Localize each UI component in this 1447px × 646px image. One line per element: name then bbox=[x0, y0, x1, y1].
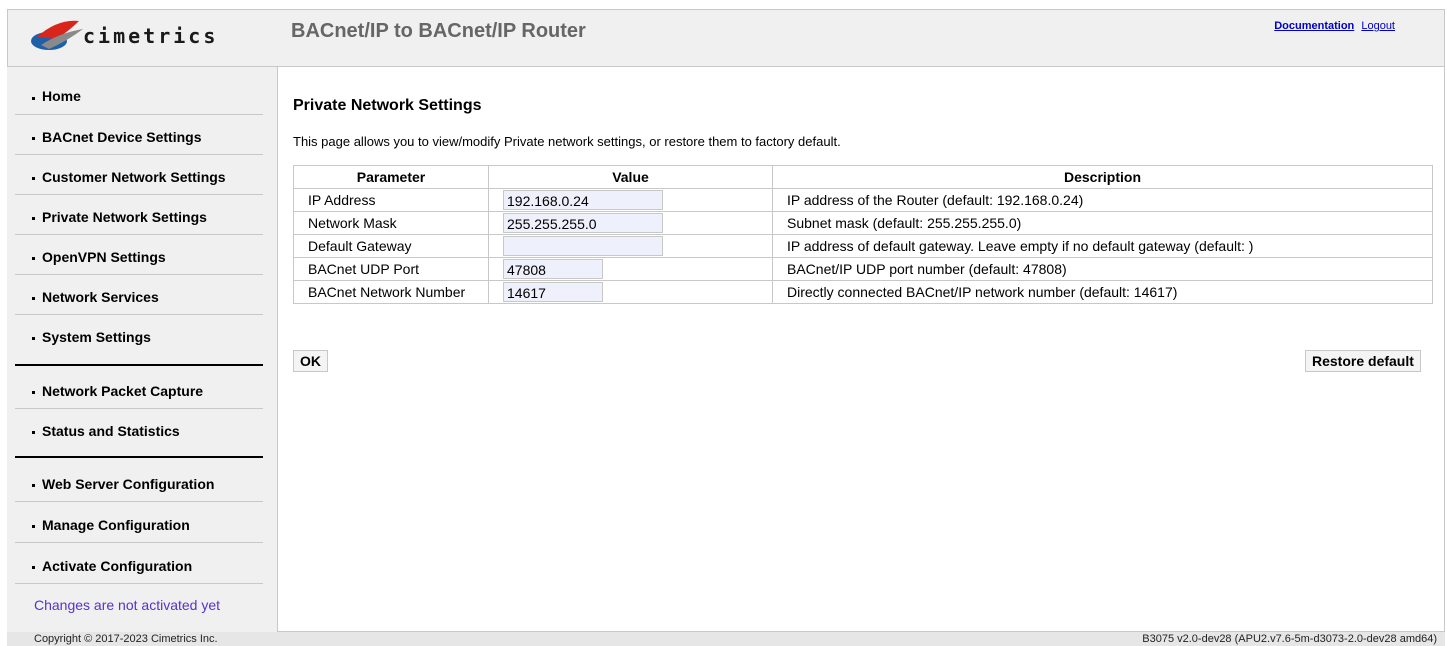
ok-button[interactable]: OK bbox=[293, 350, 328, 372]
sidebar-item-private-network-settings[interactable]: Private Network Settings bbox=[15, 195, 263, 235]
settings-table: Parameter Value Description IP Address 1… bbox=[293, 165, 1433, 304]
logout-link[interactable]: Logout bbox=[1361, 20, 1395, 32]
top-links: Documentation Logout bbox=[1270, 20, 1395, 32]
param-description: IP address of default gateway. Leave emp… bbox=[772, 234, 1433, 258]
changes-notice: Changes are not activated yet bbox=[34, 597, 221, 613]
sidebar-item-status-and-statistics[interactable]: Status and Statistics bbox=[15, 409, 263, 449]
logo-text: cimetrics bbox=[83, 24, 219, 48]
bullet-icon bbox=[32, 484, 35, 487]
page-description: This page allows you to view/modify Priv… bbox=[293, 134, 841, 149]
bullet-icon bbox=[32, 525, 35, 528]
sidebar-item-web-server-configuration[interactable]: Web Server Configuration bbox=[15, 462, 263, 502]
column-header-description: Description bbox=[772, 165, 1433, 189]
sidebar-divider bbox=[15, 364, 263, 366]
param-description: Directly connected BACnet/IP network num… bbox=[772, 280, 1433, 304]
documentation-link[interactable]: Documentation bbox=[1274, 20, 1354, 32]
default-gateway-input[interactable] bbox=[503, 236, 663, 256]
sidebar-item-label: Network Services bbox=[42, 289, 159, 305]
column-header-value: Value bbox=[488, 165, 773, 189]
column-header-parameter: Parameter bbox=[293, 165, 489, 189]
restore-default-button[interactable]: Restore default bbox=[1305, 350, 1421, 372]
table-row: IP Address 192.168.0.24 IP address of th… bbox=[293, 188, 1433, 212]
sidebar-item-label: Status and Statistics bbox=[42, 423, 180, 439]
version-text: B3075 v2.0-dev28 (APU2.v7.6-5m-d3073-2.0… bbox=[1142, 633, 1437, 645]
table-header-row: Parameter Value Description bbox=[293, 165, 1433, 189]
sidebar-item-network-packet-capture[interactable]: Network Packet Capture bbox=[15, 369, 263, 409]
sidebar-item-label: Activate Configuration bbox=[42, 558, 193, 574]
param-name: Network Mask bbox=[293, 211, 489, 235]
table-row: BACnet Network Number 14617 Directly con… bbox=[293, 280, 1433, 304]
param-description: Subnet mask (default: 255.255.255.0) bbox=[772, 211, 1433, 235]
param-description: IP address of the Router (default: 192.1… bbox=[772, 188, 1433, 212]
bullet-icon bbox=[32, 177, 35, 180]
sidebar-item-network-services[interactable]: Network Services bbox=[15, 275, 263, 315]
param-description: BACnet/IP UDP port number (default: 4780… bbox=[772, 257, 1433, 281]
bullet-icon bbox=[32, 337, 35, 340]
table-row: Default Gateway IP address of default ga… bbox=[293, 234, 1433, 258]
sidebar-item-label: System Settings bbox=[42, 329, 151, 345]
sidebar-item-label: Manage Configuration bbox=[42, 517, 190, 533]
sidebar-item-label: Home bbox=[42, 88, 81, 104]
sidebar-item-activate-configuration[interactable]: Activate Configuration bbox=[15, 544, 263, 584]
sidebar: Home BACnet Device Settings Customer Net… bbox=[7, 67, 278, 632]
bacnet-udp-port-input[interactable]: 47808 bbox=[503, 259, 603, 279]
bullet-icon bbox=[32, 297, 35, 300]
sidebar-item-customer-network-settings[interactable]: Customer Network Settings bbox=[15, 155, 263, 195]
app-title: BACnet/IP to BACnet/IP Router bbox=[291, 20, 586, 42]
sidebar-item-label: Network Packet Capture bbox=[42, 383, 204, 399]
network-mask-input[interactable]: 255.255.255.0 bbox=[503, 213, 663, 233]
bullet-icon bbox=[32, 257, 35, 260]
param-name: IP Address bbox=[293, 188, 489, 212]
sidebar-item-manage-configuration[interactable]: Manage Configuration bbox=[15, 503, 263, 543]
footer: Copyright © 2017-2023 Cimetrics Inc. B30… bbox=[7, 632, 1445, 646]
bacnet-network-number-input[interactable]: 14617 bbox=[503, 282, 603, 302]
sidebar-item-label: BACnet Device Settings bbox=[42, 129, 202, 145]
cimetrics-logo: cimetrics bbox=[27, 15, 227, 55]
param-name: Default Gateway bbox=[293, 234, 489, 258]
bullet-icon bbox=[32, 431, 35, 434]
sidebar-item-label: Web Server Configuration bbox=[42, 476, 215, 492]
table-row: Network Mask 255.255.255.0 Subnet mask (… bbox=[293, 211, 1433, 235]
ip-address-input[interactable]: 192.168.0.24 bbox=[503, 190, 663, 210]
sidebar-item-label: Private Network Settings bbox=[42, 209, 207, 225]
sidebar-item-openvpn-settings[interactable]: OpenVPN Settings bbox=[15, 235, 263, 275]
sidebar-item-bacnet-device-settings[interactable]: BACnet Device Settings bbox=[15, 115, 263, 155]
sidebar-item-label: OpenVPN Settings bbox=[42, 249, 166, 265]
table-row: BACnet UDP Port 47808 BACnet/IP UDP port… bbox=[293, 257, 1433, 281]
logo-icon bbox=[31, 20, 83, 50]
bullet-icon bbox=[32, 137, 35, 140]
param-name: BACnet Network Number bbox=[293, 280, 489, 304]
sidebar-item-system-settings[interactable]: System Settings bbox=[15, 315, 263, 355]
copyright-text: Copyright © 2017-2023 Cimetrics Inc. bbox=[34, 633, 218, 645]
bullet-icon bbox=[32, 391, 35, 394]
sidebar-item-label: Customer Network Settings bbox=[42, 169, 226, 185]
bullet-icon bbox=[32, 217, 35, 220]
param-name: BACnet UDP Port bbox=[293, 257, 489, 281]
bullet-icon bbox=[32, 97, 35, 100]
bullet-icon bbox=[32, 566, 35, 569]
sidebar-item-home[interactable]: Home bbox=[15, 75, 263, 115]
sidebar-divider bbox=[15, 456, 263, 458]
page-title: Private Network Settings bbox=[293, 97, 482, 114]
